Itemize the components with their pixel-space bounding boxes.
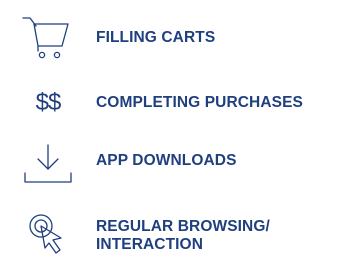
- list-item-app-downloads: APP DOWNLOADS: [0, 140, 352, 186]
- cart-icon: [20, 14, 76, 62]
- item-label-line-2: INTERACTION: [96, 236, 204, 253]
- cursor-click-icon: [20, 206, 76, 260]
- item-label: REGULAR BROWSING/ INTERACTION: [96, 218, 270, 254]
- item-label: APP DOWNLOADS: [96, 152, 237, 169]
- list-item-regular-browsing: REGULAR BROWSING/ INTERACTION: [0, 202, 352, 260]
- item-label: COMPLETING PURCHASES: [96, 94, 303, 111]
- download-icon: [20, 140, 76, 186]
- item-label-line-1: REGULAR BROWSING/: [96, 218, 270, 235]
- item-label: FILLING CARTS: [96, 29, 216, 46]
- list-item-completing-purchases: $$ COMPLETING PURCHASES: [0, 84, 352, 122]
- list-item-filling-carts: FILLING CARTS: [0, 14, 352, 62]
- dollar-icon: $$: [35, 89, 62, 116]
